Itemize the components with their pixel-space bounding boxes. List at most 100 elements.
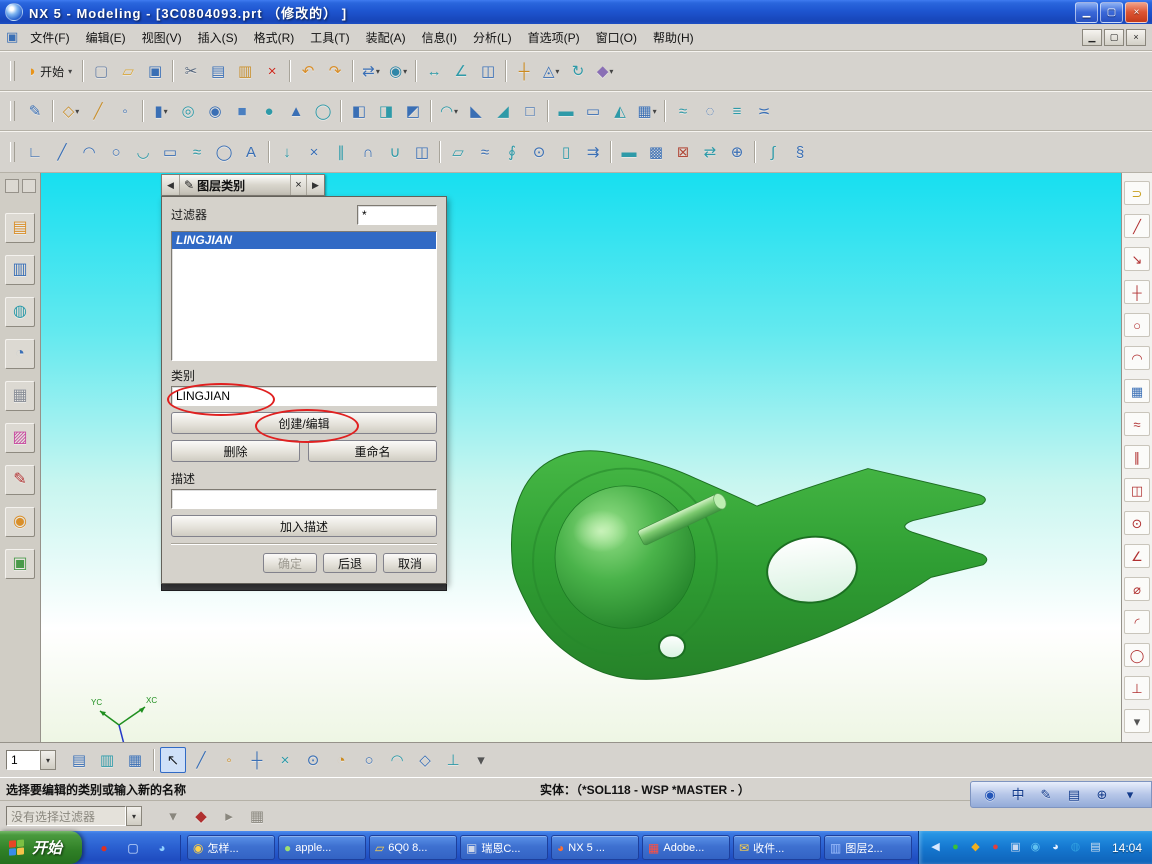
offset-curve-button[interactable]: ∥	[328, 139, 354, 165]
measure-angle-button[interactable]: ∠	[448, 58, 474, 84]
copy-button[interactable]: ▤	[205, 58, 231, 84]
dialog-resize-bar[interactable]	[161, 584, 447, 591]
menu-item-6[interactable]: 工具(T)	[302, 28, 357, 48]
ime-language-button[interactable]: 中	[1005, 784, 1031, 806]
mirror-feature-button[interactable]: ◭	[607, 98, 633, 124]
text-curve-button[interactable]: A	[238, 139, 264, 165]
snap-intersection-button[interactable]: ×	[272, 747, 298, 773]
work-layer-button[interactable]: ▦	[122, 747, 148, 773]
start-button[interactable]: 开始	[0, 831, 83, 864]
sketch-arc-button[interactable]: ◠	[1124, 346, 1150, 370]
datum-csys-button[interactable]: ┼	[511, 58, 537, 84]
create-edit-button[interactable]: 创建/编辑	[171, 412, 437, 434]
point-button[interactable]: ◦	[112, 98, 138, 124]
layer-combo-arrow-icon[interactable]: ▾	[40, 750, 56, 770]
rectangle-button[interactable]: ▭	[157, 139, 183, 165]
through-curves-button[interactable]: ≈	[472, 139, 498, 165]
shell-button[interactable]: □	[517, 98, 543, 124]
layer-visibility-button[interactable]: ▥	[94, 747, 120, 773]
view-orient-dropdown-arrow[interactable]: ▾	[555, 67, 559, 76]
sketch-spline-button[interactable]: ≈	[1124, 412, 1150, 436]
replace-face-button[interactable]: ⊕	[724, 139, 750, 165]
back-button[interactable]: 后退	[323, 553, 377, 573]
section-view-button[interactable]: ◫	[475, 58, 501, 84]
project-curve-button[interactable]: ↓	[274, 139, 300, 165]
layer-combo-value[interactable]: 1	[6, 750, 40, 770]
scroll-down-button[interactable]: ▾	[1124, 709, 1150, 733]
pattern-feature-dropdown-arrow[interactable]: ▾	[653, 107, 657, 116]
profile-button[interactable]: ∟	[22, 139, 48, 165]
sketch-point-button[interactable]: ┼	[1124, 280, 1150, 304]
menu-item-9[interactable]: 分析(L)	[465, 28, 520, 48]
join-curve-button[interactable]: ∪	[382, 139, 408, 165]
sew-button[interactable]: ≍	[751, 98, 777, 124]
circle-button[interactable]: ○	[103, 139, 129, 165]
hole-button[interactable]: ◉	[202, 98, 228, 124]
draft-button[interactable]: ◢	[490, 98, 516, 124]
angle-dimension-button[interactable]: ∠	[1124, 544, 1150, 568]
snap-point-on-face-button[interactable]: ◇	[412, 747, 438, 773]
offset-surface-button[interactable]: ⇉	[580, 139, 606, 165]
quicklaunch-ie-button[interactable]: ◕	[149, 838, 175, 858]
helix-button[interactable]: §	[787, 139, 813, 165]
menu-item-10[interactable]: 首选项(P)	[520, 28, 588, 48]
ok-button[interactable]: 确定	[263, 553, 317, 573]
undo-button[interactable]: ↶	[295, 58, 321, 84]
swept-button[interactable]: ∮	[499, 139, 525, 165]
detail-filter-button[interactable]: ▦	[244, 803, 270, 829]
menu-item-2[interactable]: 编辑(E)	[78, 28, 134, 48]
ime-handwriting-button[interactable]: ✎	[1033, 784, 1059, 806]
sketch-line-button[interactable]: ╱	[1124, 214, 1150, 238]
listbox-item[interactable]: LINGJIAN	[172, 232, 436, 249]
category-listbox[interactable]: LINGJIAN	[171, 231, 437, 361]
paste-button[interactable]: ▥	[232, 58, 258, 84]
tube-button[interactable]: ◌	[697, 98, 723, 124]
start-app-dropdown-arrow[interactable]: ▾	[68, 67, 72, 76]
open-file-button[interactable]: ▱	[115, 58, 141, 84]
save-file-button[interactable]: ▣	[142, 58, 168, 84]
edge-blend-button[interactable]: ◠ ▾	[436, 98, 462, 124]
tray-im-button[interactable]: ◆	[967, 839, 984, 856]
ime-minimize-button[interactable]: ▾	[1117, 784, 1143, 806]
menu-item-8[interactable]: 信息(I)	[414, 28, 465, 48]
layer-combo[interactable]: 1 ▾	[6, 750, 56, 770]
sketch-circle-button[interactable]: ○	[1124, 313, 1150, 337]
palette-button[interactable]: ▨	[5, 423, 35, 453]
unite-button[interactable]: ◧	[346, 98, 372, 124]
ime-soft-keyboard-button[interactable]: ▤	[1061, 784, 1087, 806]
start-app-button[interactable]: ◗ 开始 ▾	[22, 58, 78, 84]
intersection-curve-button[interactable]: ×	[301, 139, 327, 165]
mdi-restore-button[interactable]: ▢	[1104, 28, 1124, 46]
part-dome[interactable]	[554, 485, 696, 629]
diameter-dimension-button[interactable]: ⌀	[1124, 577, 1150, 601]
mdi-close-button[interactable]: ×	[1126, 28, 1146, 46]
tray-antivirus-button[interactable]: ●	[947, 839, 964, 856]
bridge-curve-button[interactable]: ∩	[355, 139, 381, 165]
quicklaunch-media-button[interactable]: ●	[91, 838, 117, 858]
cut-button[interactable]: ✂	[178, 58, 204, 84]
measure-distance-button[interactable]: ↔	[421, 58, 447, 84]
block-button[interactable]: ■	[229, 98, 255, 124]
trimmed-sheet-button[interactable]: ▬	[616, 139, 642, 165]
customize-toolbars-dropdown-arrow[interactable]: ▾	[609, 67, 613, 76]
general-selection-filter-button[interactable]: ◆	[188, 803, 214, 829]
dialog-close-button[interactable]: ×	[290, 175, 306, 195]
snap-constraint-button[interactable]: ⊥	[440, 747, 466, 773]
cylinder-button[interactable]: ●	[256, 98, 282, 124]
snap-existing-point-button[interactable]: ○	[356, 747, 382, 773]
tray-display-button[interactable]: ▣	[1007, 839, 1024, 856]
quick-trim-button[interactable]: ↘	[1124, 247, 1150, 271]
move-face-button[interactable]: ⇄	[697, 139, 723, 165]
menu-item-11[interactable]: 窗口(O)	[588, 28, 645, 48]
graphics-viewport[interactable]: XC YC Z ◀ ✎ 图层类别 × ▶ 过滤器 LIN	[41, 173, 1121, 742]
thicken-button[interactable]: ≡	[724, 98, 750, 124]
ruled-surface-button[interactable]: ▱	[445, 139, 471, 165]
sweep-along-guide-button[interactable]: ≈	[670, 98, 696, 124]
radius-dimension-button[interactable]: ◜	[1124, 610, 1150, 634]
cone-button[interactable]: ▲	[283, 98, 309, 124]
delete-button[interactable]: 删除	[171, 440, 300, 462]
tray-update-button[interactable]: ▤	[1087, 839, 1104, 856]
dialog-forward-button[interactable]: ▶	[306, 175, 324, 195]
dialog-back-button[interactable]: ◀	[162, 175, 180, 195]
delete-button[interactable]: ×	[259, 58, 285, 84]
